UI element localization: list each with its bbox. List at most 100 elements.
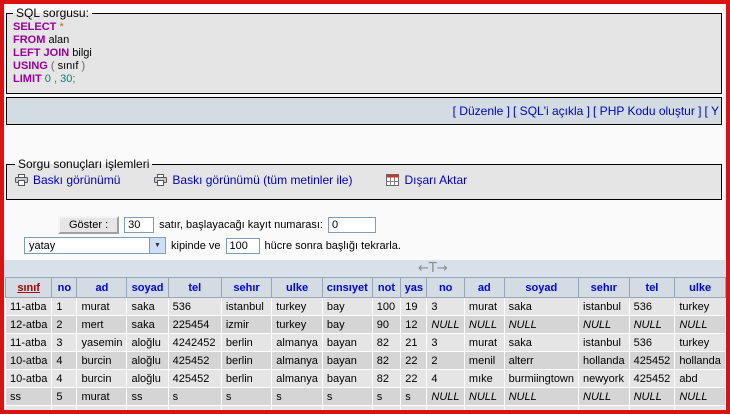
results-operation-link[interactable]: Baskı görünümü (tüm metinler ile) <box>154 173 352 187</box>
table-cell: murat <box>464 298 504 316</box>
table-cell: s <box>221 388 271 406</box>
table-cell: saka <box>504 334 578 352</box>
table-cell: murat <box>464 334 504 352</box>
column-header: no <box>427 278 465 298</box>
table-cell: istanbul <box>579 298 630 316</box>
table-row: 10-atba4burcinaloğlu425452berlinalmanyab… <box>6 370 726 388</box>
table-cell: bay <box>322 316 372 334</box>
table-cell: 425452 <box>629 352 675 370</box>
transpose-toggle[interactable]: ←T→ <box>418 261 448 276</box>
column-header: yas <box>401 278 427 298</box>
table-cell: NULL <box>629 388 675 406</box>
table-cell: mert <box>77 316 127 334</box>
column-header: sehır <box>579 278 630 298</box>
repeat-headers-label: hücre sonra başlığı tekrarla. <box>265 240 401 252</box>
sql-token: bilgi <box>69 47 92 59</box>
table-cell: hollanda <box>675 352 726 370</box>
column-sort-link[interactable]: ulke <box>689 282 711 294</box>
sql-action-link[interactable]: [ Y <box>705 104 719 118</box>
pagination-controls: Göster : satır, başlayacağı kayıt numara… <box>6 216 726 254</box>
row-count-label: satır, başlayacağı kayıt numarası: <box>159 219 323 231</box>
sql-token: 30 <box>60 73 72 85</box>
table-cell: 10-atba <box>6 370 52 388</box>
table-cell: izmir <box>221 316 271 334</box>
table-cell: almanya <box>272 334 323 352</box>
table-cell: 2 <box>52 316 77 334</box>
table-cell: 82 <box>372 352 401 370</box>
table-cell: 10-atba <box>6 352 52 370</box>
column-sort-link[interactable]: tel <box>646 282 659 294</box>
table-cell: NULL <box>504 316 578 334</box>
table-cell: abd <box>675 370 726 388</box>
printer-icon <box>154 174 167 186</box>
table-cell: berlin <box>221 352 271 370</box>
column-sort-link[interactable]: sehır <box>591 282 617 294</box>
sql-token: FROM <box>13 34 45 46</box>
table-cell: 12 <box>401 316 427 334</box>
table-cell: NULL <box>579 406 630 414</box>
row-count-controls: Göster : satır, başlayacağı kayıt numara… <box>58 216 726 234</box>
column-sort-link[interactable]: ad <box>96 282 109 294</box>
sql-action-link[interactable]: [ PHP Kodu oluştur ] <box>593 104 702 118</box>
table-cell: saka <box>504 298 578 316</box>
column-header: no <box>52 278 77 298</box>
table-row: 10-atba4burcinaloğlu425452berlinalmanyab… <box>6 352 726 370</box>
column-sort-link[interactable]: ad <box>478 282 491 294</box>
table-cell: aloğlu <box>127 352 168 370</box>
display-mode-select[interactable]: yatay ▼ <box>24 237 166 254</box>
results-operation-link[interactable]: Dışarı Aktar <box>386 173 467 187</box>
table-cell: aloğlu <box>127 334 168 352</box>
sql-actions-bar: [ Düzenle ][ SQL'i açıkla ][ PHP Kodu ol… <box>6 97 722 125</box>
sql-token: ( <box>48 60 58 72</box>
column-sort-link[interactable]: tel <box>188 282 201 294</box>
table-cell: almanya <box>272 370 323 388</box>
row-count-input[interactable] <box>124 217 154 233</box>
table-cell: murat <box>77 388 127 406</box>
sql-token: alan <box>45 34 69 46</box>
table-cell: mıke <box>464 370 504 388</box>
table-cell: s <box>401 388 427 406</box>
column-sort-link[interactable]: sehır <box>233 282 259 294</box>
table-cell: 6 <box>52 406 77 414</box>
table-cell: 82 <box>372 370 401 388</box>
sql-token: ; <box>72 73 75 85</box>
column-sort-link[interactable]: sınıf <box>17 282 40 294</box>
table-cell: 536 <box>168 298 221 316</box>
sql-token: , <box>51 73 60 85</box>
sql-action-link[interactable]: [ SQL'i açıkla ] <box>513 104 590 118</box>
column-sort-link[interactable]: yas <box>405 282 423 294</box>
table-cell: 22 <box>401 352 427 370</box>
table-cell: 425452 <box>168 370 221 388</box>
table-cell: 536 <box>629 298 675 316</box>
table-cell: burcin <box>77 352 127 370</box>
show-button[interactable]: Göster : <box>58 216 119 234</box>
column-sort-link[interactable]: cınsıyet <box>327 282 368 294</box>
start-record-input[interactable] <box>328 217 376 233</box>
table-cell: sss <box>6 406 52 414</box>
table-cell: 5 <box>52 388 77 406</box>
table-cell: 3 <box>427 298 465 316</box>
column-sort-link[interactable]: no <box>58 282 71 294</box>
table-cell: 21 <box>401 334 427 352</box>
sql-line: LEFT JOIN bilgi <box>13 47 715 60</box>
sql-line: FROM alan <box>13 34 715 47</box>
table-cell: NULL <box>675 388 726 406</box>
column-header: cınsıyet <box>322 278 372 298</box>
column-header: soyad <box>127 278 168 298</box>
column-sort-link[interactable]: no <box>439 282 452 294</box>
repeat-headers-input[interactable] <box>226 238 260 254</box>
table-cell: saka <box>127 406 168 414</box>
table-cell: NULL <box>504 388 578 406</box>
results-operation-link[interactable]: Baskı görünümü <box>15 173 120 187</box>
column-sort-link[interactable]: soyad <box>132 282 164 294</box>
sql-line: USING ( sınıf ) <box>13 60 715 73</box>
table-cell: 12-atba <box>6 316 52 334</box>
table-row: 11-atba3yaseminaloğlu4242452berlinalmany… <box>6 334 726 352</box>
table-cell: 19 <box>401 298 427 316</box>
column-sort-link[interactable]: soyad <box>525 282 557 294</box>
sql-query-fieldset: SQL sorgusu: SELECT *FROM alanLEFT JOIN … <box>6 6 722 94</box>
column-header: ulke <box>272 278 323 298</box>
column-sort-link[interactable]: not <box>378 282 395 294</box>
column-sort-link[interactable]: ulke <box>286 282 308 294</box>
sql-action-link[interactable]: [ Düzenle ] <box>453 104 510 118</box>
